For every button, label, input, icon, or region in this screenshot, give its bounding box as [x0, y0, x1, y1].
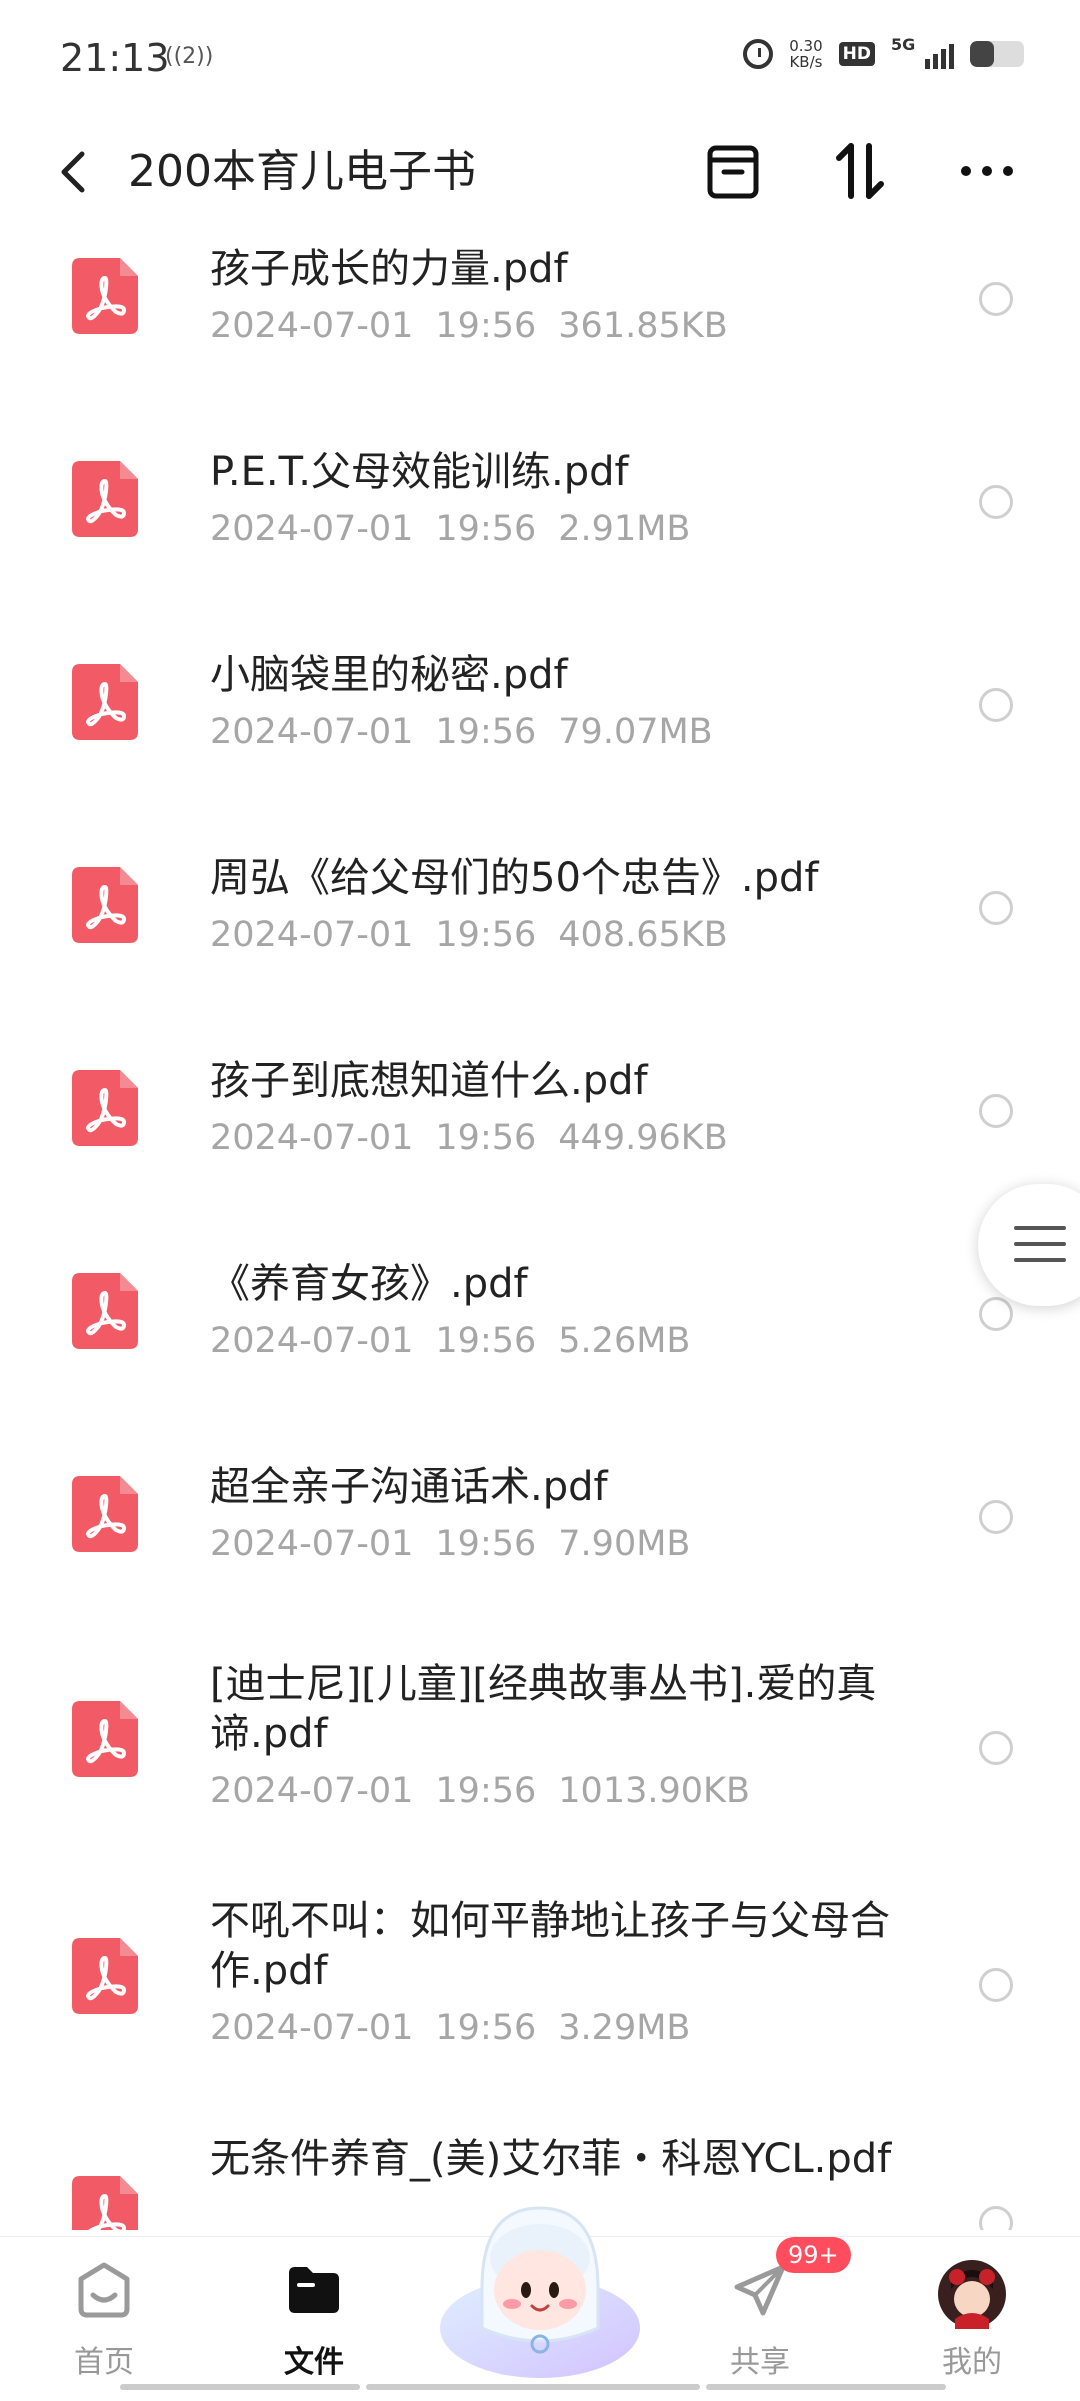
file-name: 小脑袋里的秘密.pdf — [210, 652, 568, 698]
nav-home-label: 首页 — [74, 2345, 134, 2380]
pdf-file-icon — [72, 664, 138, 740]
select-radio[interactable] — [979, 1968, 1013, 2002]
file-meta: 2024-07-01 19:56 7.90MB — [210, 1524, 690, 1564]
file-name: 不吼不叫：如何平静地让孩子与父母合作.pdf — [210, 1898, 890, 1994]
archive-box-icon[interactable] — [700, 138, 766, 204]
select-radio[interactable] — [979, 688, 1013, 722]
file-time: 19:56 — [435, 1771, 537, 1811]
net-speed-unit: KB/s — [789, 53, 823, 71]
pdf-file-icon — [72, 1938, 138, 2014]
file-date: 2024-07-01 — [210, 306, 414, 346]
file-name: 孩子到底想知道什么.pdf — [210, 1058, 648, 1104]
select-radio[interactable] — [979, 1094, 1013, 1128]
file-time: 19:56 — [435, 1524, 537, 1564]
file-meta: 2024-07-01 19:56 408.65KB — [210, 915, 728, 955]
nav-home[interactable]: 首页 — [24, 2237, 184, 2401]
file-date: 2024-07-01 — [210, 509, 414, 549]
share-badge: 99+ — [776, 2237, 851, 2273]
net-speed: 0.30 KB/s — [789, 38, 822, 70]
file-time: 19:56 — [435, 2008, 537, 2048]
file-time: 19:56 — [435, 509, 537, 549]
file-size: 2.91MB — [558, 509, 691, 549]
net-speed-value: 0.30 — [789, 37, 823, 55]
home-smile-icon — [78, 2262, 130, 2318]
file-size: 7.90MB — [558, 1524, 691, 1564]
pdf-file-icon — [72, 258, 138, 334]
file-size: 449.96KB — [558, 1118, 728, 1158]
hotspot-icon: ((2)) — [165, 44, 214, 69]
file-list: 孩子成长的力量.pdf 2024-07-01 19:56 361.85KB P.E.… — [0, 230, 1080, 2230]
hd-icon: HD — [838, 42, 875, 66]
select-radio[interactable] — [979, 891, 1013, 925]
file-meta: 2024-07-01 19:56 5.26MB — [210, 1321, 690, 1361]
select-radio[interactable] — [979, 282, 1013, 316]
avatar-icon — [938, 2260, 1006, 2329]
file-size: 5.26MB — [558, 1321, 691, 1361]
pdf-file-icon — [72, 461, 138, 537]
folder-icon — [289, 2267, 339, 2313]
nav-share-label: 共享 — [730, 2345, 790, 2380]
nav-share[interactable]: 99+ 共享 — [680, 2237, 851, 2401]
alarm-icon — [743, 39, 774, 69]
file-date: 2024-07-01 — [210, 2008, 414, 2048]
header: 200本育儿电子书 — [0, 120, 1080, 230]
file-meta: 2024-07-01 19:56 1013.90KB — [210, 1771, 750, 1811]
select-radio[interactable] — [979, 1500, 1013, 1534]
file-size: 1013.90KB — [558, 1771, 750, 1811]
nav-profile[interactable]: 我的 — [892, 2237, 1052, 2401]
file-name: P.E.T.父母效能训练.pdf — [210, 449, 629, 495]
nav-files-label: 文件 — [284, 2345, 344, 2380]
pdf-file-icon — [72, 1070, 138, 1146]
file-name: 无条件养育_(美)艾尔菲・科恩YCL.pdf — [210, 2136, 892, 2182]
file-meta: 2024-07-01 19:56 449.96KB — [210, 1118, 728, 1158]
file-name: 孩子成长的力量.pdf — [210, 246, 568, 292]
file-date: 2024-07-01 — [210, 1524, 414, 1564]
battery-icon — [970, 41, 1024, 67]
file-time: 19:56 — [435, 915, 537, 955]
nav-files[interactable]: 文件 — [234, 2237, 394, 2401]
mascot-icon[interactable] — [430, 2178, 650, 2378]
sort-arrows-icon[interactable] — [827, 138, 893, 204]
select-radio[interactable] — [979, 2206, 1013, 2230]
status-icons: 0.30 KB/s HD 5G — [743, 35, 1024, 70]
file-meta: 2024-07-01 19:56 361.85KB — [210, 306, 728, 346]
status-time: 21:13 — [60, 36, 170, 80]
file-time: 19:56 — [435, 1118, 537, 1158]
file-size: 408.65KB — [558, 915, 728, 955]
chevron-left-icon[interactable] — [52, 142, 96, 202]
file-time: 19:56 — [435, 306, 537, 346]
file-name: 《养育女孩》.pdf — [210, 1261, 528, 1307]
pdf-file-icon — [72, 1273, 138, 1349]
select-radio[interactable] — [979, 1731, 1013, 1765]
file-date: 2024-07-01 — [210, 1321, 414, 1361]
select-radio[interactable] — [979, 1297, 1013, 1331]
status-bar: 21:13 ((2)) 0.30 KB/s HD 5G — [0, 0, 1080, 120]
file-name: [迪士尼][儿童][经典故事丛书].爱的真谛.pdf — [210, 1661, 877, 1757]
file-date: 2024-07-01 — [210, 712, 414, 752]
file-date: 2024-07-01 — [210, 1118, 414, 1158]
pdf-file-icon — [72, 1701, 138, 1777]
file-size: 361.85KB — [558, 306, 728, 346]
file-size: 79.07MB — [558, 712, 713, 752]
file-date: 2024-07-01 — [210, 915, 414, 955]
pdf-file-icon — [72, 1476, 138, 1552]
select-radio[interactable] — [979, 485, 1013, 519]
pdf-file-icon — [72, 2176, 138, 2230]
file-date: 2024-07-01 — [210, 1771, 414, 1811]
file-size: 3.29MB — [558, 2008, 691, 2048]
file-name: 周弘《给父母们的50个忠告》.pdf — [210, 855, 819, 901]
battery-level — [970, 41, 995, 67]
file-name: 超全亲子沟通话术.pdf — [210, 1464, 608, 1510]
file-meta: 2024-07-01 19:56 2.91MB — [210, 509, 690, 549]
file-meta: 2024-07-01 19:56 3.29MB — [210, 2008, 690, 2048]
page-title: 200本育儿电子书 — [128, 146, 476, 197]
network-type: 5G — [891, 35, 916, 54]
signal-icon: 5G — [891, 35, 954, 69]
nav-profile-label: 我的 — [942, 2345, 1002, 2380]
file-meta: 2024-07-01 19:56 79.07MB — [210, 712, 713, 752]
file-time: 19:56 — [435, 1321, 537, 1361]
file-time: 19:56 — [435, 712, 537, 752]
more-dots-icon[interactable] — [954, 138, 1020, 204]
pdf-file-icon — [72, 867, 138, 943]
